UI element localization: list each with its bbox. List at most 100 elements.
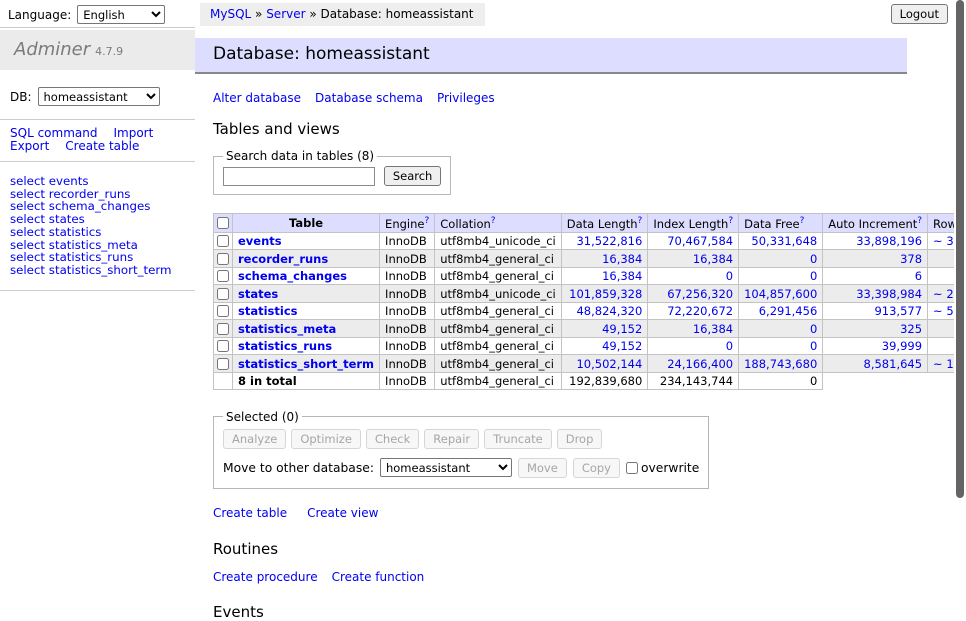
index-length-cell-link[interactable]: 0 [726,339,733,353]
sidebar-action-import[interactable]: Import [113,126,153,140]
overwrite-checkbox[interactable] [626,462,638,474]
optimize-button[interactable]: Optimize [291,429,361,449]
row-checkbox-states[interactable] [217,288,229,300]
help-link-engine[interactable]: ? [424,216,429,226]
table-link-schema-changes[interactable]: schema_changes [238,269,347,283]
breadcrumb-link-mysql[interactable]: MySQL [210,7,251,21]
row-checkbox-recorder-runs[interactable] [217,253,229,265]
data-free-cell-link[interactable]: 188,743,680 [744,357,817,371]
data-length-cell-link[interactable]: 49,152 [602,322,642,336]
row-checkbox-statistics-runs[interactable] [217,340,229,352]
data-length-cell-link[interactable]: 49,152 [602,339,642,353]
data-free-cell-link[interactable]: 0 [810,339,817,353]
data-length-cell-link[interactable]: 16,384 [602,269,642,283]
index-length-cell-link[interactable]: 16,384 [693,322,733,336]
data-length-cell-link[interactable]: 16,384 [602,252,642,266]
breadcrumb-link-server[interactable]: Server [266,7,305,21]
language-select[interactable]: English [77,5,165,24]
search-input[interactable] [223,167,375,186]
auto-increment-cell-link[interactable]: 6 [915,269,922,283]
help-link-data-length[interactable]: ? [638,216,643,226]
row-checkbox-cell [214,250,233,268]
row-checkbox-events[interactable] [217,235,229,247]
help-link-auto-increment[interactable]: ? [917,216,922,226]
db-link-database-schema[interactable]: Database schema [315,91,423,105]
data-free-cell-link[interactable]: 0 [810,269,817,283]
check-button[interactable]: Check [366,429,419,449]
table-name-cell: statistics_short_term [233,355,380,373]
index-length-cell-link[interactable]: 16,384 [693,252,733,266]
move-button[interactable]: Move [518,458,567,478]
table-link-states[interactable]: states [238,287,278,301]
help-link-collation[interactable]: ? [491,216,496,226]
data-length-cell-link[interactable]: 48,824,320 [576,304,642,318]
data-length-cell-link[interactable]: 101,859,328 [569,287,642,301]
table-link-statistics-runs[interactable]: statistics_runs [238,339,332,353]
app-name: Adminer [14,39,90,60]
total-data-free-cell: 0 [739,372,823,389]
create-link-create-view[interactable]: Create view [307,506,378,520]
sidebar-action-export[interactable]: Export [10,139,49,153]
routine-link-create-procedure[interactable]: Create procedure [213,570,318,584]
auto-increment-cell-link[interactable]: 8,581,645 [864,357,923,371]
auto-increment-cell-link[interactable]: 325 [900,322,922,336]
table-link-statistics[interactable]: statistics [238,304,298,318]
data-free-cell-link[interactable]: 6,291,456 [759,304,818,318]
scrollbar-thumb[interactable] [956,0,964,498]
sidebar-action-sql-command[interactable]: SQL command [10,126,97,140]
truncate-button[interactable]: Truncate [484,429,552,449]
copy-button[interactable]: Copy [573,458,620,478]
analyze-button[interactable]: Analyze [223,429,286,449]
auto-increment-cell-link[interactable]: 39,999 [882,339,922,353]
auto-increment-cell-link[interactable]: 33,898,196 [856,234,922,248]
repair-button[interactable]: Repair [424,429,479,449]
data-free-cell: 50,331,648 [739,232,823,250]
row-checkbox-statistics[interactable] [217,305,229,317]
search-button[interactable]: Search [384,166,442,186]
table-name-cell: events [233,232,380,250]
create-link-create-table[interactable]: Create table [213,506,287,520]
index-length-cell-link[interactable]: 72,220,672 [667,304,733,318]
data-free-cell-link[interactable]: 0 [810,322,817,336]
auto-increment-cell-link[interactable]: 913,577 [874,304,922,318]
index-length-cell-link[interactable]: 70,467,584 [667,234,733,248]
index-length-cell-link[interactable]: 24,166,400 [667,357,733,371]
logout-button[interactable]: Logout [891,4,948,24]
move-database-select[interactable]: homeassistant [380,458,512,477]
data-free-cell-link[interactable]: 104,857,600 [744,287,817,301]
auto-increment-cell-link[interactable]: 378 [900,252,922,266]
routine-link-create-function[interactable]: Create function [332,570,425,584]
select-all-checkbox[interactable] [217,217,229,229]
sidebar-item-select-states[interactable]: select states [10,213,195,226]
sidebar-action-create-table[interactable]: Create table [65,139,139,153]
db-link-alter-database[interactable]: Alter database [213,91,301,105]
sidebar-item-select-statistics[interactable]: select statistics [10,226,195,239]
row-checkbox-statistics-short-term[interactable] [217,358,229,370]
table-link-statistics-meta[interactable]: statistics_meta [238,322,336,336]
help-link-data-free[interactable]: ? [800,216,805,226]
database-links-row: Alter database Database schema Privileges [213,91,907,105]
table-link-events[interactable]: events [238,234,282,248]
row-checkbox-statistics-meta[interactable] [217,323,229,335]
table-row-statistics: statisticsInnoDButf8mb4_general_ci48,824… [214,302,966,320]
data-free-cell-link[interactable]: 0 [810,252,817,266]
data-free-cell: 0 [739,320,823,338]
table-row-schema-changes: schema_changesInnoDButf8mb4_general_ci16… [214,267,966,285]
data-length-cell-link[interactable]: 31,522,816 [576,234,642,248]
data-length-cell-link[interactable]: 10,502,144 [576,357,642,371]
index-length-cell-link[interactable]: 67,256,320 [667,287,733,301]
index-length-cell-link[interactable]: 0 [726,269,733,283]
auto-increment-cell-link[interactable]: 33,398,984 [856,287,922,301]
data-free-cell-link[interactable]: 50,331,648 [751,234,817,248]
engine-cell: InnoDB [380,250,435,268]
table-link-recorder-runs[interactable]: recorder_runs [238,252,328,266]
drop-button[interactable]: Drop [557,429,603,449]
row-checkbox-schema-changes[interactable] [217,270,229,282]
db-link-privileges[interactable]: Privileges [437,91,495,105]
db-select[interactable]: homeassistant [38,87,160,106]
sidebar-item-select-events[interactable]: select events [10,175,195,188]
table-link-statistics-short-term[interactable]: statistics_short_term [238,357,374,371]
sidebar-item-select-statistics-short-term[interactable]: select statistics_short_term [10,264,195,277]
help-link-index-length[interactable]: ? [728,216,733,226]
search-fieldset: Search data in tables (8) Search [213,149,451,195]
